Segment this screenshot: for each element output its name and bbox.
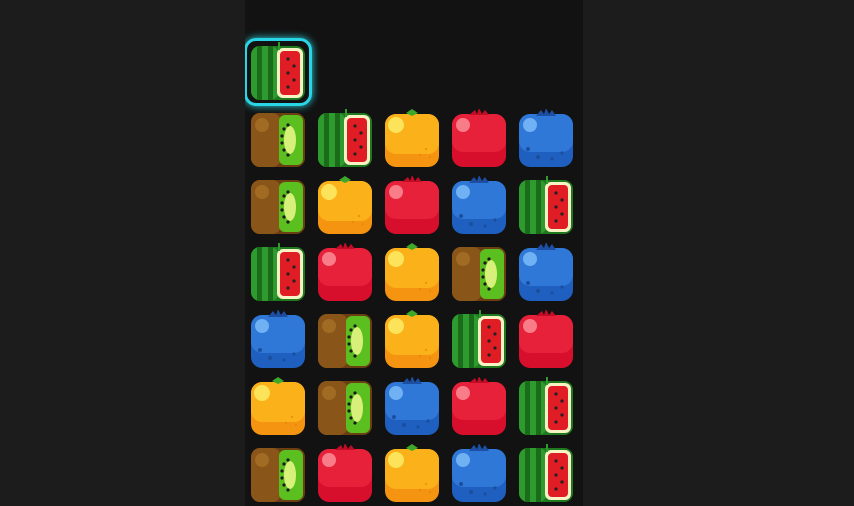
blueberry-icon bbox=[516, 109, 576, 169]
tile-watermelon[interactable] bbox=[248, 243, 308, 303]
tile-orange[interactable] bbox=[382, 310, 442, 370]
kiwi-icon bbox=[449, 243, 509, 303]
orange-icon bbox=[382, 109, 442, 169]
tile-blueberry[interactable] bbox=[516, 243, 576, 303]
tile-blueberry[interactable] bbox=[382, 377, 442, 437]
kiwi-icon bbox=[248, 444, 308, 504]
tile-watermelon[interactable] bbox=[516, 444, 576, 504]
tile-blueberry[interactable] bbox=[449, 176, 509, 236]
strawberry-icon bbox=[315, 243, 375, 303]
tile-watermelon[interactable] bbox=[245, 38, 312, 106]
kiwi-icon bbox=[315, 310, 375, 370]
kiwi-icon bbox=[315, 377, 375, 437]
strawberry-icon bbox=[516, 310, 576, 370]
orange-icon bbox=[382, 310, 442, 370]
tile-watermelon[interactable] bbox=[516, 176, 576, 236]
tile-orange[interactable] bbox=[315, 176, 375, 236]
watermelon-icon bbox=[315, 109, 375, 169]
watermelon-icon bbox=[516, 444, 576, 504]
strawberry-icon bbox=[382, 176, 442, 236]
watermelon-icon bbox=[248, 243, 308, 303]
tile-strawberry[interactable] bbox=[382, 176, 442, 236]
tile-blueberry[interactable] bbox=[248, 310, 308, 370]
tile-blueberry[interactable] bbox=[516, 109, 576, 169]
tile-kiwi[interactable] bbox=[315, 377, 375, 437]
blueberry-icon bbox=[449, 444, 509, 504]
strawberry-icon bbox=[449, 377, 509, 437]
tile-strawberry[interactable] bbox=[449, 377, 509, 437]
tile-kiwi[interactable] bbox=[449, 243, 509, 303]
tile-blueberry[interactable] bbox=[449, 444, 509, 504]
tile-kiwi[interactable] bbox=[248, 176, 308, 236]
tile-orange[interactable] bbox=[382, 109, 442, 169]
tile-orange[interactable] bbox=[382, 243, 442, 303]
strawberry-icon bbox=[315, 444, 375, 504]
tile-kiwi[interactable] bbox=[315, 310, 375, 370]
blueberry-icon bbox=[516, 243, 576, 303]
orange-icon bbox=[382, 444, 442, 504]
tile-strawberry[interactable] bbox=[315, 444, 375, 504]
orange-icon bbox=[248, 377, 308, 437]
orange-icon bbox=[315, 176, 375, 236]
tile-strawberry[interactable] bbox=[516, 310, 576, 370]
tile-watermelon[interactable] bbox=[449, 310, 509, 370]
tile-kiwi[interactable] bbox=[248, 444, 308, 504]
tile-kiwi[interactable] bbox=[248, 109, 308, 169]
kiwi-icon bbox=[248, 176, 308, 236]
blueberry-icon bbox=[449, 176, 509, 236]
watermelon-icon bbox=[516, 377, 576, 437]
tile-strawberry[interactable] bbox=[315, 243, 375, 303]
game-board bbox=[245, 0, 583, 506]
blueberry-icon bbox=[248, 310, 308, 370]
orange-icon bbox=[382, 243, 442, 303]
watermelon-icon bbox=[516, 176, 576, 236]
blueberry-icon bbox=[382, 377, 442, 437]
kiwi-icon bbox=[248, 109, 308, 169]
tile-strawberry[interactable] bbox=[449, 109, 509, 169]
watermelon-icon bbox=[449, 310, 509, 370]
strawberry-icon bbox=[449, 109, 509, 169]
tile-orange[interactable] bbox=[248, 377, 308, 437]
watermelon-icon bbox=[248, 42, 308, 102]
tile-watermelon[interactable] bbox=[315, 109, 375, 169]
tile-orange[interactable] bbox=[382, 444, 442, 504]
tile-watermelon[interactable] bbox=[516, 377, 576, 437]
